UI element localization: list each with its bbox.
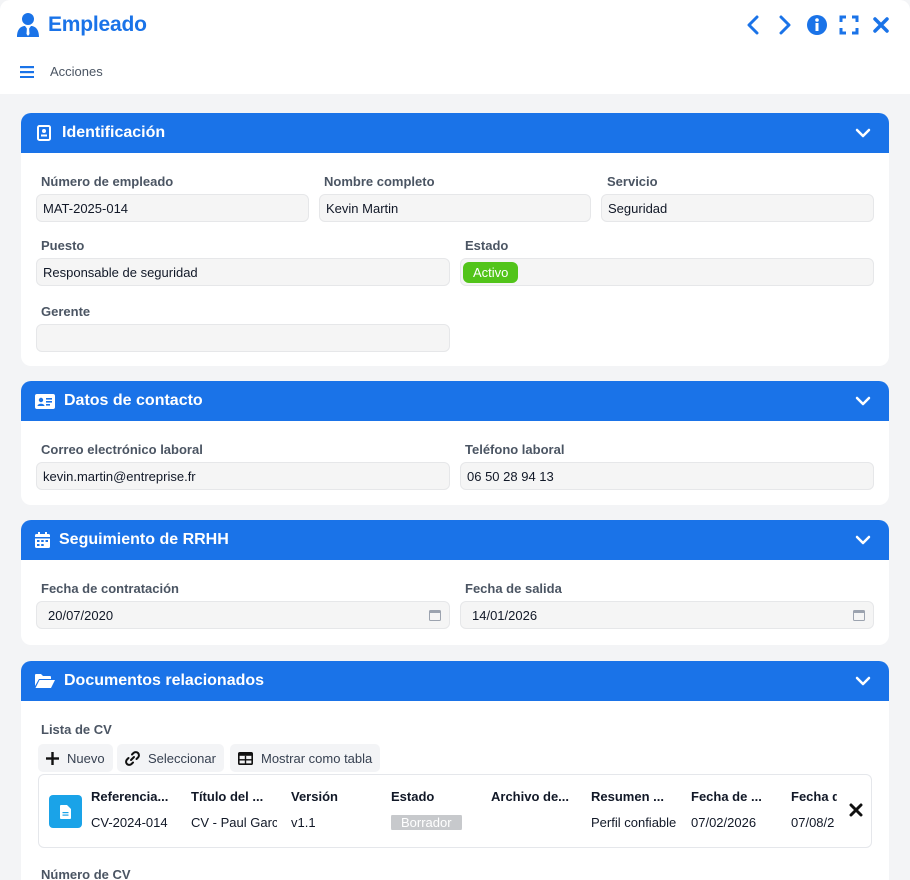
employee-number-field[interactable]: MAT-2025-014 <box>36 194 309 222</box>
panel-title: Documentos relacionados <box>64 672 265 689</box>
cv-version: v1.1 <box>291 815 316 830</box>
chevron-down-icon[interactable] <box>855 393 871 409</box>
position-label: Puesto <box>41 238 85 253</box>
calendar-icon <box>35 531 50 549</box>
cv-summary: Perfil confiable <box>591 815 677 830</box>
new-button-label: Nuevo <box>67 750 105 766</box>
cv-date: 07/08/2 <box>791 815 835 830</box>
contact-panel: Datos de contacto Correo electrónico lab… <box>21 381 889 505</box>
email-field[interactable]: kevin.martin@entreprise.fr <box>36 462 450 490</box>
column-header: Título del ... <box>191 789 264 804</box>
cv-list-label: Lista de CV <box>41 722 112 737</box>
table-icon <box>238 751 253 765</box>
info-icon[interactable] <box>806 14 828 36</box>
column-header: Estado <box>391 789 435 804</box>
cv-title: CV - Paul Garcia <box>191 815 277 830</box>
title-bar: Empleado Acciones <box>0 0 910 94</box>
new-button[interactable]: Nuevo <box>38 744 113 772</box>
employee-window: Empleado Acciones Identificación Número … <box>0 0 910 880</box>
hire-date-value: 20/07/2020 <box>48 607 114 623</box>
manager-field[interactable] <box>36 324 450 352</box>
column-header: Referencia... <box>91 789 169 804</box>
close-icon[interactable] <box>870 14 892 36</box>
column-header: Fecha d <box>791 789 837 804</box>
column-header: Fecha de ... <box>691 789 762 804</box>
employee-icon <box>17 13 39 37</box>
identification-header[interactable]: Identificación <box>21 113 889 153</box>
page-title: Empleado <box>48 13 147 36</box>
hire-date-field[interactable]: 20/07/2020 <box>36 601 450 629</box>
calendar-picker-icon[interactable] <box>853 609 865 621</box>
hr-panel: Seguimiento de RRHH Fecha de contratació… <box>21 520 889 645</box>
cv-reference: CV-2024-014 <box>91 815 168 830</box>
status-field[interactable]: Activo <box>460 258 874 286</box>
column-header: Resumen ... <box>591 789 664 804</box>
folder-open-icon <box>35 672 55 690</box>
window-title: Empleado <box>16 12 147 38</box>
status-badge: Borrador <box>391 815 462 830</box>
chevron-down-icon[interactable] <box>855 125 871 141</box>
identification-panel: Identificación Número de empleado MAT-20… <box>21 113 889 366</box>
manager-label: Gerente <box>41 304 91 319</box>
next-icon[interactable] <box>774 14 796 36</box>
cv-status: Borrador <box>391 815 477 830</box>
cv-number-label: Número de CV <box>41 867 131 880</box>
actions-menu[interactable]: Acciones <box>20 64 103 79</box>
column-header: Archivo de... <box>491 789 570 804</box>
address-card-icon <box>35 392 55 410</box>
chevron-down-icon[interactable] <box>855 532 871 548</box>
status-badge: Activo <box>463 261 519 283</box>
window-actions <box>742 14 892 36</box>
previous-icon[interactable] <box>742 14 764 36</box>
full-name-field[interactable]: Kevin Martin <box>319 194 591 222</box>
phone-field[interactable]: 06 50 28 94 13 <box>460 462 874 490</box>
contact-header[interactable]: Datos de contacto <box>21 381 889 421</box>
service-label: Servicio <box>607 174 658 189</box>
exit-date-label: Fecha de salida <box>465 581 562 596</box>
service-field[interactable]: Seguridad <box>601 194 874 222</box>
plus-icon <box>46 751 59 765</box>
hire-date-label: Fecha de contratación <box>41 581 179 596</box>
document-icon <box>49 795 82 828</box>
documents-header[interactable]: Documentos relacionados <box>21 661 889 701</box>
remove-icon[interactable] <box>849 803 863 817</box>
exit-date-value: 14/01/2026 <box>472 607 538 623</box>
position-field[interactable]: Responsable de seguridad <box>36 258 450 286</box>
email-label: Correo electrónico laboral <box>41 442 203 457</box>
cv-list-item[interactable]: Referencia... Título del ... Versión Est… <box>38 774 872 848</box>
phone-label: Teléfono laboral <box>465 442 565 457</box>
hr-header[interactable]: Seguimiento de RRHH <box>21 520 889 560</box>
panel-title: Identificación <box>62 124 166 141</box>
panel-title: Datos de contacto <box>64 392 203 409</box>
id-card-icon <box>35 124 53 142</box>
show-table-button[interactable]: Mostrar como tabla <box>230 744 381 772</box>
chevron-down-icon[interactable] <box>855 673 871 689</box>
panel-title: Seguimiento de RRHH <box>59 531 229 548</box>
select-button[interactable]: Seleccionar <box>117 744 224 772</box>
show-table-button-label: Mostrar como tabla <box>261 750 373 766</box>
full-name-label: Nombre completo <box>324 174 435 189</box>
menu-icon[interactable] <box>20 65 34 78</box>
employee-number-label: Número de empleado <box>41 174 174 189</box>
exit-date-field[interactable]: 14/01/2026 <box>460 601 874 629</box>
fullscreen-icon[interactable] <box>838 14 860 36</box>
calendar-picker-icon[interactable] <box>429 609 441 621</box>
status-label: Estado <box>465 238 509 253</box>
link-icon <box>125 750 140 766</box>
select-button-label: Seleccionar <box>148 750 216 766</box>
actions-label[interactable]: Acciones <box>50 64 103 79</box>
cv-date: 07/02/2026 <box>691 815 757 830</box>
column-header: Versión <box>291 789 338 804</box>
